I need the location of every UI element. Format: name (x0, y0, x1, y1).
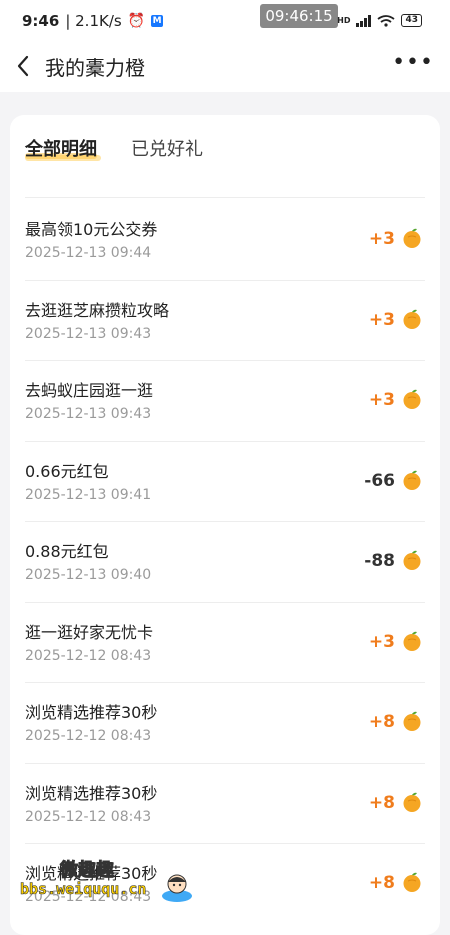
list-item[interactable]: 去逛逛芝麻攒粒攻略 2025-12-13 09:43 +3 (25, 281, 425, 361)
record-time: 2025-12-13 09:43 (25, 406, 152, 422)
record-amount: +8 (368, 792, 395, 813)
list-item[interactable]: 0.66元红包 2025-12-13 09:41 -66 (25, 442, 425, 522)
mascot-icon (162, 874, 192, 902)
list-item[interactable]: 浏览精选推荐30秒 2025-12-12 08:43 +8 (25, 764, 425, 844)
record-title: 去逛逛芝麻攒粒攻略 (25, 300, 170, 320)
divider (25, 197, 425, 198)
hd-icon: HD (337, 16, 351, 25)
record-amount: +8 (368, 873, 395, 893)
record-title: 0.88元红包 (25, 542, 109, 561)
record-title: 0.66元红包 (25, 461, 109, 481)
back-arrow-icon[interactable] (14, 54, 32, 78)
orange-icon (403, 711, 421, 731)
record-time: 2025-12-12 08:43 (25, 808, 152, 825)
alarm-icon: ⏰ (127, 13, 146, 29)
signal-icon (356, 14, 372, 27)
record-title: 浏览精选推荐30秒 (25, 783, 158, 803)
record-time: 2025-12-13 09:44 (25, 245, 152, 261)
record-amount: +3 (368, 631, 395, 652)
orange-icon (403, 389, 421, 409)
record-title: 逛一逛好家无忧卡 (25, 622, 154, 642)
record-amount: -66 (364, 470, 395, 491)
status-right: HD 43 (337, 14, 422, 27)
record-time: 2025-12-13 09:40 (25, 567, 152, 583)
page-title: 我的橐力橙 (45, 56, 145, 80)
record-amount: -88 (364, 551, 395, 571)
header: 我的橐力橙 ••• (0, 42, 450, 92)
overlay-clock: 09:46:15 (260, 4, 338, 28)
status-time: 9:46 (22, 12, 60, 30)
list-item[interactable]: 逛一逛好家无忧卡 2025-12-12 08:43 +3 (25, 603, 425, 683)
record-amount: +3 (368, 309, 395, 330)
notification-app-icon: M (151, 15, 164, 27)
watermark-url: bbs.weiququ.cn (20, 880, 147, 899)
record-amount: +8 (368, 712, 395, 732)
list-item[interactable]: 浏览精选推荐30秒 2025-12-12 08:43 +8 (25, 683, 425, 764)
record-time: 2025-12-13 09:41 (25, 486, 152, 503)
list-item[interactable]: 去蚂蚁庄园逛一逛 2025-12-13 09:43 +3 (25, 361, 425, 442)
orange-icon (403, 309, 421, 329)
records-list: 最高领10元公交券 2025-12-13 09:44 +3 去逛逛芝麻攒粒攻略 … (10, 200, 440, 925)
orange-icon (403, 550, 421, 570)
orange-icon (403, 872, 421, 892)
record-title: 浏览精选推荐30秒 (25, 703, 158, 722)
records-card: 全部明细 已兑好礼 最高领10元公交券 2025-12-13 09:44 +3 … (10, 115, 440, 935)
net-speed: | 2.1K/s (65, 12, 122, 30)
list-item[interactable]: 最高领10元公交券 2025-12-13 09:44 +3 (25, 200, 425, 281)
record-amount: +3 (368, 390, 395, 410)
tab-redeemed-gifts[interactable]: 已兑好礼 (131, 135, 203, 161)
record-title: 最高领10元公交券 (25, 220, 158, 239)
battery-icon: 43 (401, 14, 422, 27)
orange-icon (403, 631, 421, 651)
watermark: 微趣趣 bbs.weiququ.cn (20, 852, 200, 912)
more-options-icon[interactable]: ••• (392, 52, 434, 74)
wifi-icon (377, 14, 396, 27)
record-time: 2025-12-13 09:43 (25, 325, 152, 342)
record-amount: +3 (368, 229, 395, 249)
status-bar: 9:46 | 2.1K/s ⏰ M 09:46:15 HD 43 (0, 0, 450, 42)
list-item[interactable]: 0.88元红包 2025-12-13 09:40 -88 (25, 522, 425, 603)
status-left: 9:46 | 2.1K/s ⏰ M (22, 12, 164, 30)
orange-icon (403, 792, 421, 812)
record-time: 2025-12-12 08:43 (25, 728, 152, 744)
orange-icon (403, 228, 421, 248)
tab-all-details[interactable]: 全部明细 (25, 135, 97, 161)
orange-icon (403, 470, 421, 490)
watermark-title: 微趣趣 (60, 860, 115, 882)
record-time: 2025-12-12 08:43 (25, 647, 152, 664)
record-title: 去蚂蚁庄园逛一逛 (25, 381, 154, 400)
